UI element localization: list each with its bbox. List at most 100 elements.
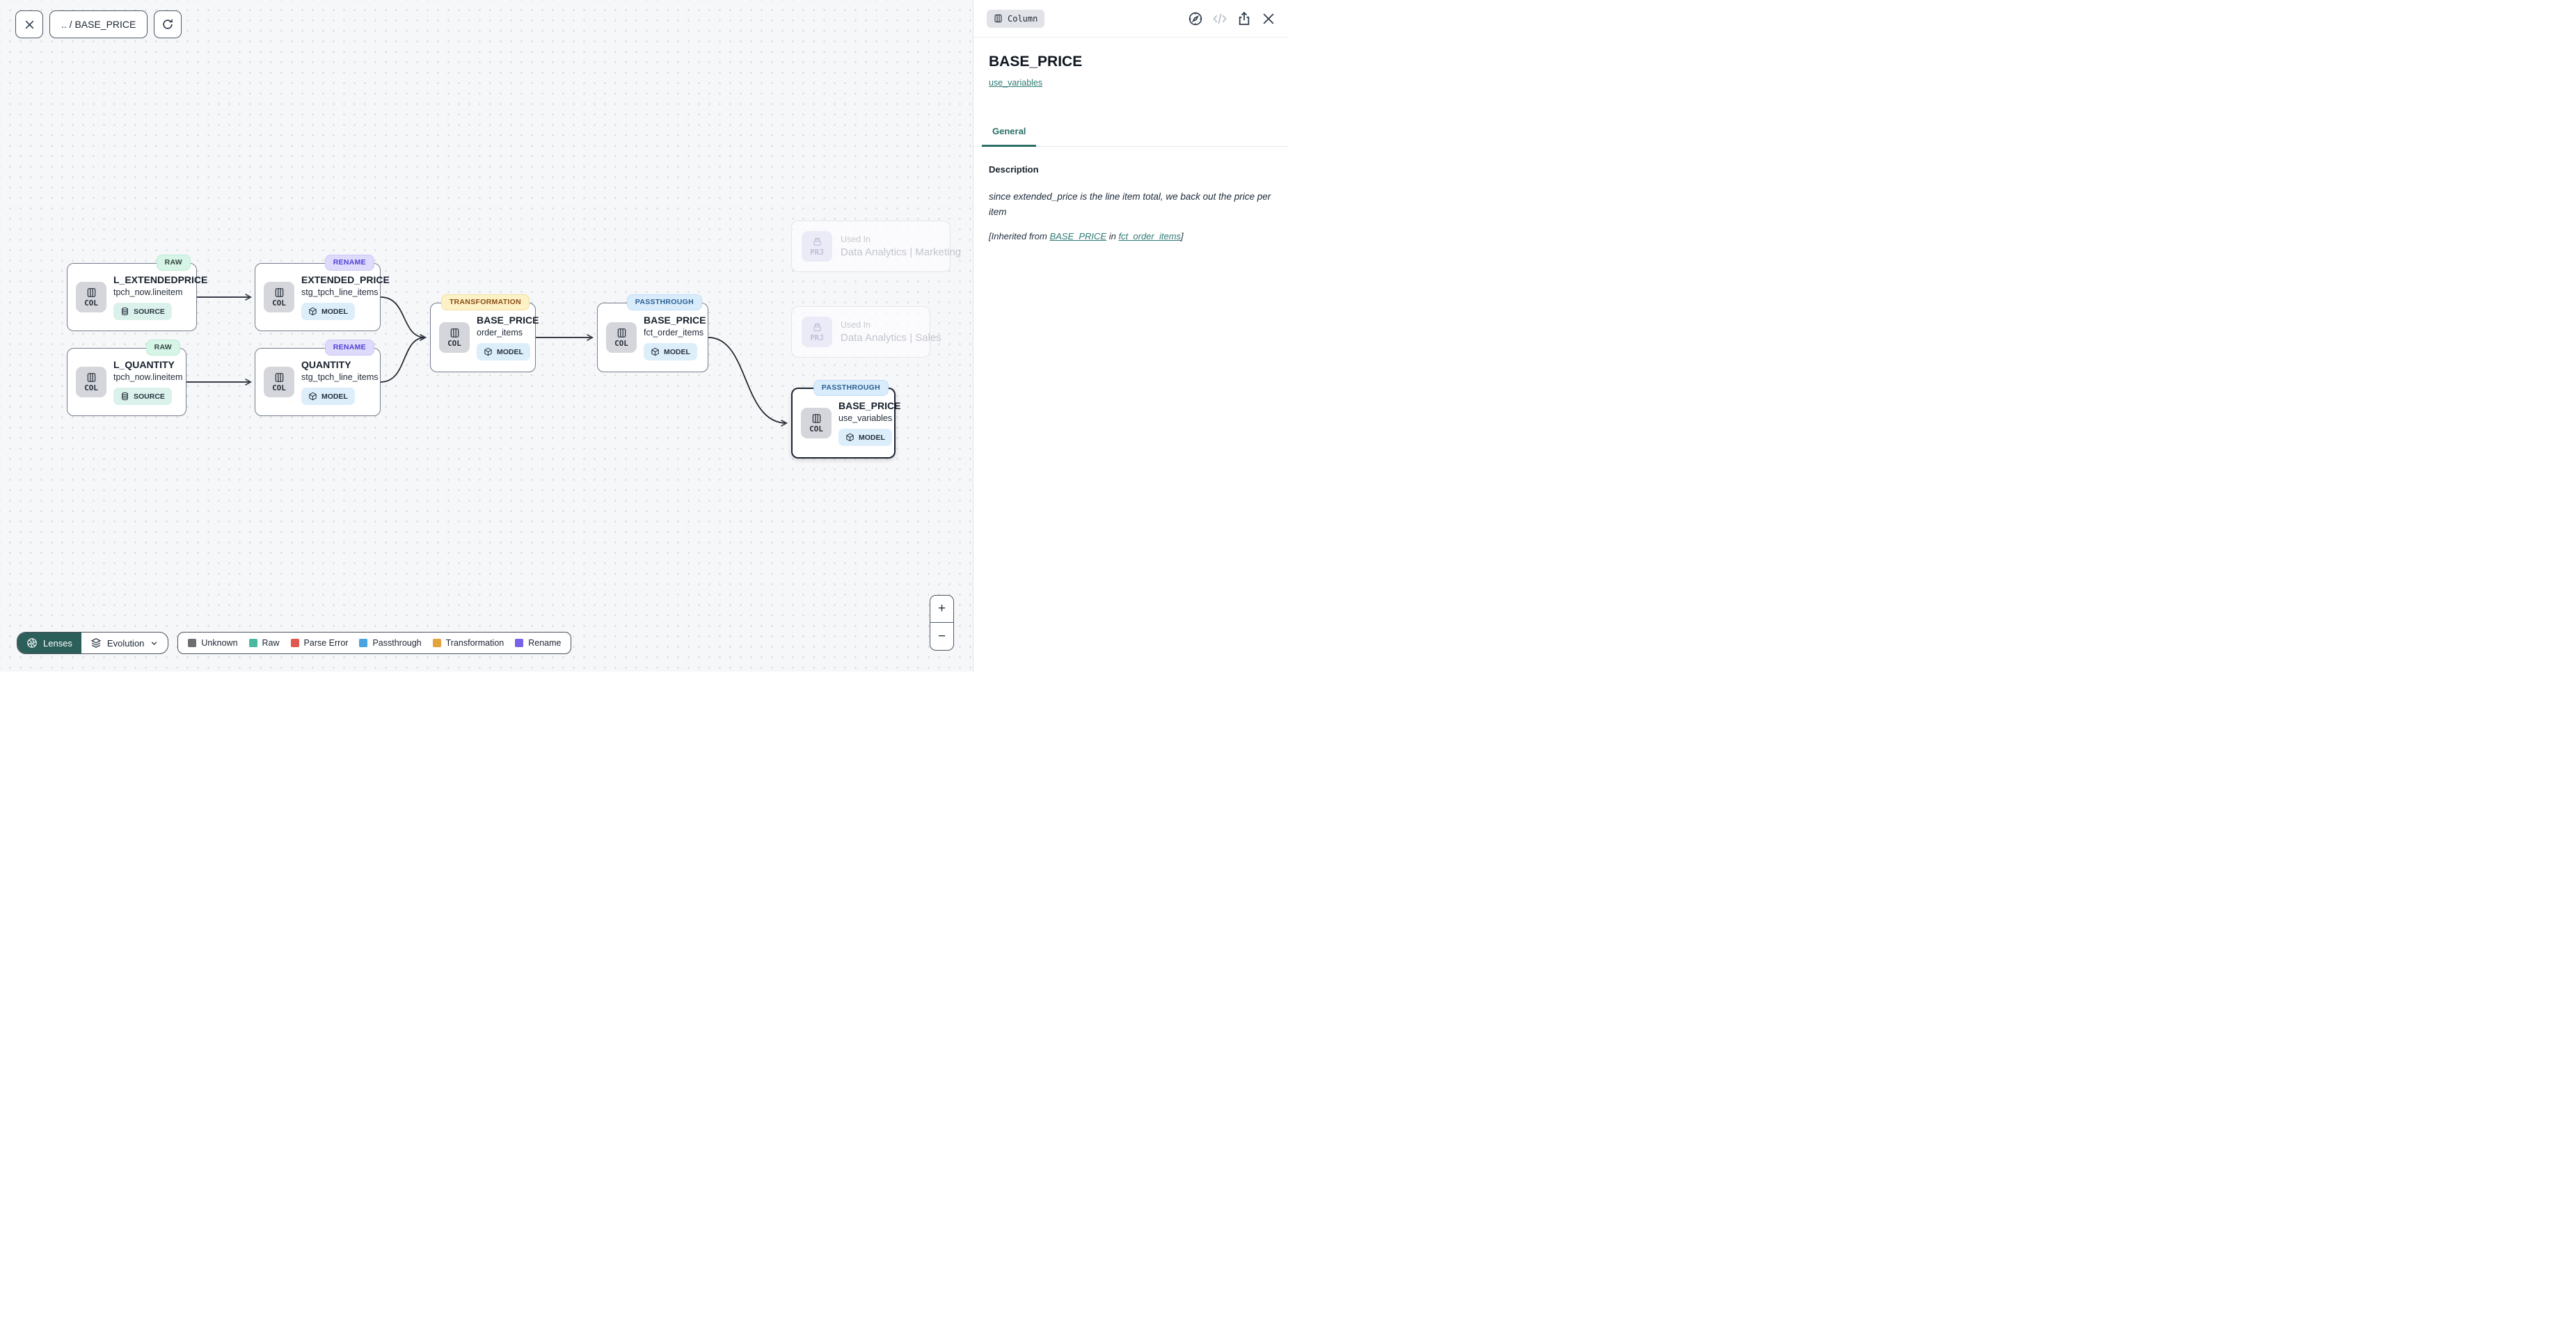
node-subtitle: tpch_now.lineitem [113, 287, 182, 297]
materialization-chip: SOURCE [113, 388, 172, 405]
close-icon [24, 19, 35, 31]
column-icon [617, 328, 627, 338]
status-badge: PASSTHROUGH [627, 294, 702, 310]
share-icon [1237, 11, 1252, 26]
tab-general[interactable]: General [982, 118, 1036, 147]
inherited-suffix: ] [1181, 231, 1184, 241]
lens-legend: Unknown Raw Parse Error Passthrough Tran… [177, 632, 571, 654]
node-title: BASE_PRICE [838, 400, 900, 411]
legend-swatch [433, 639, 441, 647]
column-type-chip: COL [439, 322, 470, 353]
compass-icon [1188, 11, 1203, 26]
column-icon [811, 413, 822, 424]
legend-item: Rename [515, 638, 561, 648]
panel-tabs: General [973, 118, 1288, 147]
materialization-label: SOURCE [134, 392, 165, 401]
share-button[interactable] [1236, 10, 1253, 27]
status-badge: RAW [157, 255, 191, 271]
lenses-label: Lenses [43, 638, 72, 649]
inherited-column-link[interactable]: BASE_PRICE [1049, 231, 1106, 241]
description-section: Description since extended_price is the … [973, 147, 1288, 241]
lineage-app: PRJ Used In Data Analytics | Marketing P… [0, 0, 1288, 672]
column-type-chip: COL [264, 367, 294, 397]
column-chip-label: COL [447, 339, 461, 348]
column-icon [994, 14, 1003, 23]
database-icon [120, 307, 129, 316]
lineage-node-extended-price[interactable]: RENAME COL EXTENDED_PRICE stg_tpch_line_… [255, 263, 381, 331]
lens-dropdown[interactable]: Evolution [81, 633, 168, 653]
column-icon [86, 287, 97, 298]
model-cube-icon [308, 307, 317, 316]
node-title: L_QUANTITY [113, 359, 175, 370]
database-icon [120, 392, 129, 401]
inherited-mid: in [1106, 231, 1118, 241]
model-link[interactable]: use_variables [989, 78, 1042, 88]
node-title: BASE_PRICE [644, 315, 706, 326]
status-badge: RAW [146, 340, 180, 356]
status-badge: PASSTHROUGH [813, 380, 889, 396]
inherited-note: [Inherited from BASE_PRICE in fct_order_… [989, 231, 1273, 241]
refresh-button[interactable] [154, 10, 182, 38]
node-subtitle: order_items [477, 328, 523, 337]
lineage-node-quantity[interactable]: RENAME COL QUANTITY stg_tpch_line_items … [255, 348, 381, 416]
column-type-chip: COL [606, 322, 637, 353]
panel-actions [1187, 10, 1277, 27]
view-code-button[interactable] [1211, 10, 1228, 27]
used-in-card[interactable]: PRJ Used In Data Analytics | Sales [791, 306, 930, 358]
lenses-button[interactable]: Lenses [17, 633, 81, 653]
column-chip-label: COL [84, 383, 98, 392]
materialization-label: MODEL [859, 434, 885, 442]
explore-lineage-button[interactable] [1187, 10, 1204, 27]
status-badge: RENAME [325, 255, 374, 271]
project-icon [812, 322, 822, 333]
materialization-chip: SOURCE [113, 303, 172, 320]
entity-type-badge: Column [987, 10, 1044, 28]
zoom-in-button[interactable]: + [930, 596, 953, 623]
materialization-label: SOURCE [134, 308, 165, 316]
zoom-out-button[interactable]: − [930, 623, 953, 650]
legend-swatch [515, 639, 523, 647]
node-subtitle: stg_tpch_line_items [301, 372, 378, 382]
used-in-card[interactable]: PRJ Used In Data Analytics | Marketing [791, 221, 951, 272]
node-title: QUANTITY [301, 359, 351, 370]
close-panel-button[interactable] [1260, 10, 1277, 27]
breadcrumb-label: .. / BASE_PRICE [61, 19, 136, 30]
materialization-chip: MODEL [301, 303, 355, 320]
materialization-chip: MODEL [301, 388, 355, 405]
close-lineage-button[interactable] [15, 10, 43, 38]
column-icon [86, 372, 97, 383]
materialization-chip: MODEL [838, 429, 892, 446]
legend-swatch [188, 639, 196, 647]
lineage-node-base-price-order-items[interactable]: TRANSFORMATION COL BASE_PRICE order_item… [430, 303, 536, 372]
legend-swatch [359, 639, 367, 647]
lineage-node-base-price-use-variables[interactable]: PASSTHROUGH COL BASE_PRICE use_variables… [791, 388, 896, 459]
code-icon [1212, 11, 1227, 26]
node-title: BASE_PRICE [477, 315, 539, 326]
inherited-prefix: [Inherited from [989, 231, 1049, 241]
column-type-chip: COL [76, 367, 106, 397]
materialization-chip: MODEL [477, 343, 530, 360]
lineage-canvas[interactable]: PRJ Used In Data Analytics | Marketing P… [0, 0, 973, 672]
lineage-node-l-quantity[interactable]: RAW COL L_QUANTITY tpch_now.lineitem SOU… [67, 348, 186, 416]
node-subtitle: stg_tpch_line_items [301, 287, 378, 297]
model-cube-icon [845, 433, 854, 442]
column-type-chip: COL [264, 282, 294, 312]
legend-swatch [291, 639, 299, 647]
column-chip-label: COL [809, 424, 823, 434]
breadcrumb[interactable]: .. / BASE_PRICE [49, 10, 148, 38]
used-in-label: Used In [841, 235, 961, 244]
status-badge: TRANSFORMATION [441, 294, 530, 310]
used-in-name: Data Analytics | Sales [841, 332, 941, 344]
materialization-label: MODEL [321, 308, 348, 316]
node-subtitle: fct_order_items [644, 328, 703, 337]
legend-item: Parse Error [291, 638, 349, 648]
lineage-node-l-extendedprice[interactable]: RAW COL L_EXTENDEDPRICE tpch_now.lineite… [67, 263, 197, 331]
node-subtitle: tpch_now.lineitem [113, 372, 182, 382]
project-type-chip: PRJ [802, 317, 832, 347]
column-icon [450, 328, 460, 338]
lineage-node-base-price-fct-order-items[interactable]: PASSTHROUGH COL BASE_PRICE fct_order_ite… [597, 303, 708, 372]
lens-selector-group: Lenses Evolution [17, 632, 168, 654]
project-chip-label: PRJ [810, 248, 824, 257]
inherited-model-link[interactable]: fct_order_items [1118, 231, 1181, 241]
canvas-toolbar: .. / BASE_PRICE [15, 10, 182, 38]
